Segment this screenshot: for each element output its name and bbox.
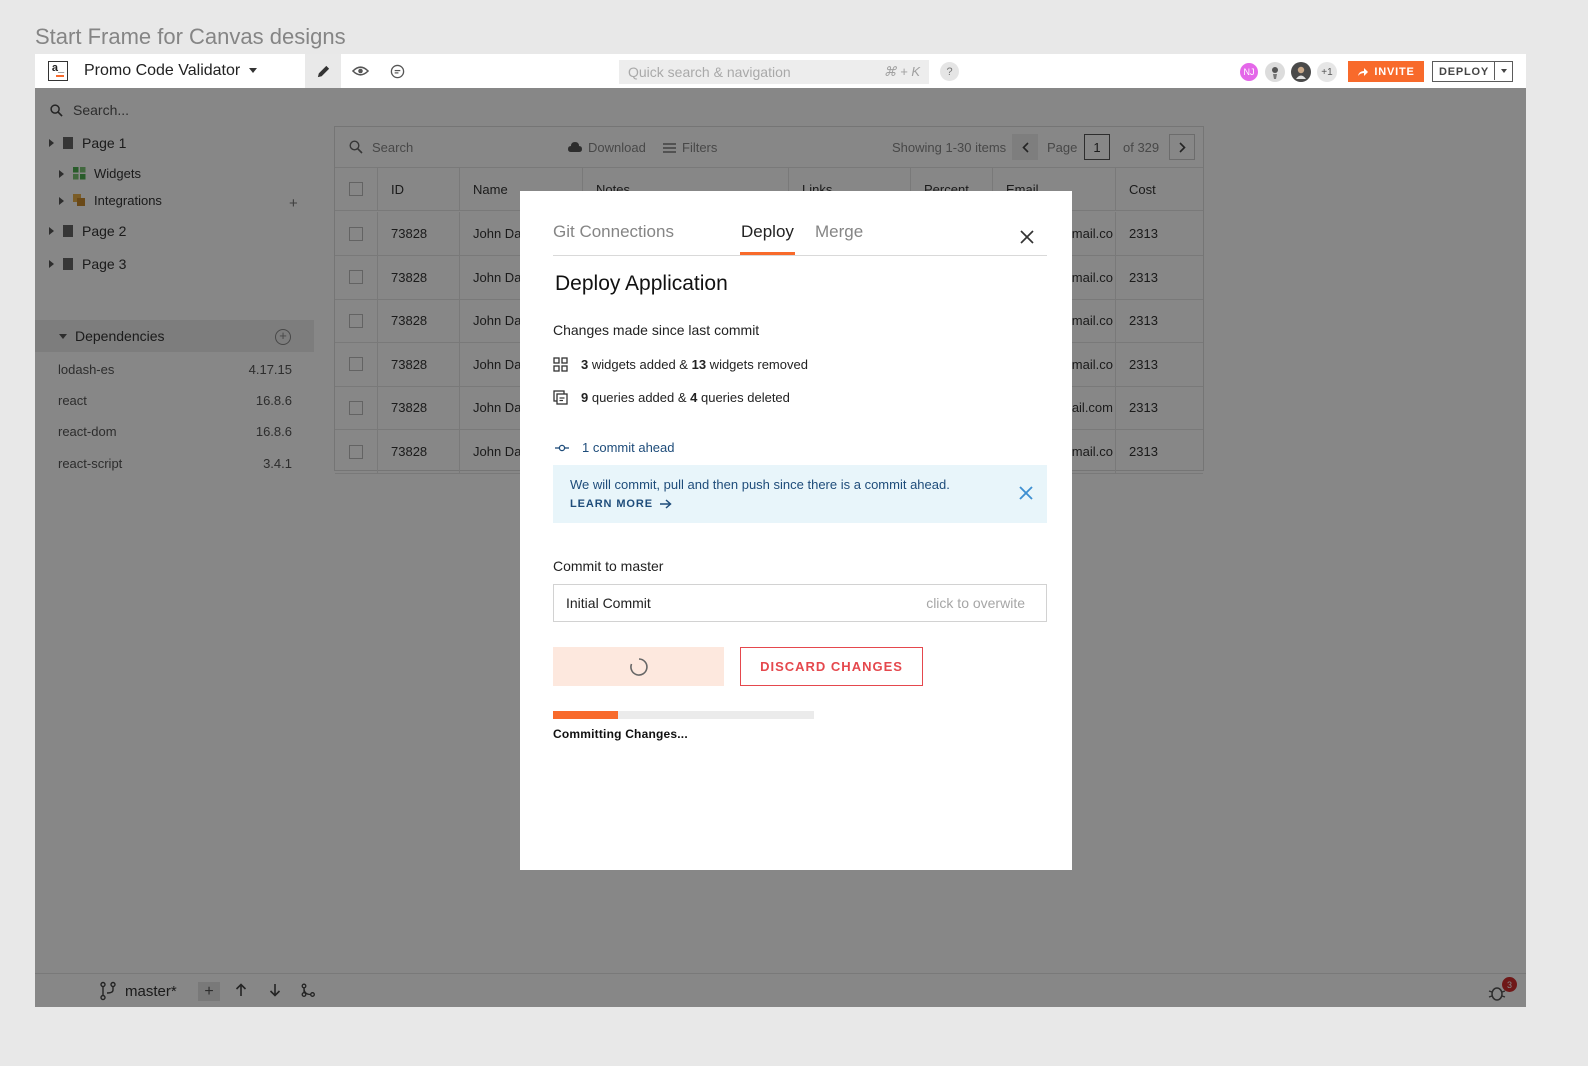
queries-deleted-text: queries deleted	[697, 390, 790, 405]
user-photo-icon	[1272, 67, 1278, 79]
avatar-nj[interactable]: NJ	[1239, 62, 1259, 82]
deploy-dropdown-button[interactable]	[1494, 62, 1512, 80]
tab-git-connections[interactable]: Git Connections	[553, 222, 674, 242]
close-icon	[1020, 230, 1034, 244]
close-icon	[1019, 486, 1033, 500]
widgets-removed-count: 13	[691, 357, 707, 372]
modal-close-button[interactable]	[1017, 227, 1037, 247]
git-sync-modal: Git Connections Deploy Merge Deploy Appl…	[520, 191, 1072, 870]
avatar-user-2[interactable]	[1265, 62, 1285, 82]
invite-button[interactable]: INVITE	[1348, 61, 1424, 82]
arrow-right-icon	[659, 499, 672, 509]
commit-message-label: Commit to master	[553, 558, 664, 574]
share-arrow-icon	[1358, 67, 1369, 76]
commit-message-value: Initial Commit	[566, 595, 651, 611]
quick-search-placeholder: Quick search & navigation	[628, 64, 791, 80]
tab-merge[interactable]: Merge	[815, 222, 863, 242]
commit-button-loading[interactable]	[553, 647, 724, 686]
queries-icon	[553, 390, 568, 405]
invite-label: INVITE	[1374, 65, 1415, 78]
tab-deploy[interactable]: Deploy	[741, 222, 794, 242]
quick-search-shortcut: ⌘ + K	[883, 64, 921, 79]
learn-more-label: LEARN MORE	[570, 498, 653, 510]
queries-change-summary: 9 queries added & 4 queries deleted	[553, 390, 790, 405]
comment-icon	[390, 64, 404, 78]
learn-more-link[interactable]: LEARN MORE	[570, 498, 672, 510]
loading-spinner-icon	[629, 657, 648, 676]
widgets-removed-text: widgets removed	[706, 357, 808, 372]
git-commit-icon	[555, 444, 569, 451]
app-name[interactable]: Promo Code Validator	[84, 62, 240, 80]
modal-tabs: Git Connections Deploy Merge	[553, 191, 1047, 256]
active-tab-indicator	[740, 252, 795, 255]
quick-search-input[interactable]: Quick search & navigation ⌘ + K	[619, 60, 929, 84]
commit-ahead-indicator: 1 commit ahead	[555, 440, 675, 455]
widgets-change-summary: 3 widgets added & 13 widgets removed	[553, 357, 808, 372]
eye-icon	[351, 66, 369, 76]
info-close-button[interactable]	[1019, 486, 1033, 500]
queries-added-text: queries added &	[588, 390, 691, 405]
top-bar: a_ Promo Code Validator Quick search & n…	[35, 54, 1526, 88]
modal-title: Deploy Application	[555, 272, 728, 295]
commit-message-input[interactable]: Initial Commit click to overwite	[553, 584, 1047, 622]
avatar-user-3[interactable]	[1291, 62, 1311, 82]
commit-progress-bar	[553, 711, 814, 719]
commit-ahead-text: 1 commit ahead	[582, 440, 675, 455]
help-button[interactable]: ?	[940, 62, 959, 81]
commit-progress-label: Committing Changes...	[553, 727, 688, 741]
widgets-grid-icon	[553, 357, 568, 372]
edit-mode-button[interactable]	[305, 54, 341, 88]
changes-heading: Changes made since last commit	[553, 322, 760, 338]
pencil-icon	[317, 65, 329, 77]
deploy-button[interactable]: DEPLOY	[1432, 61, 1513, 82]
more-users-count[interactable]: +1	[1317, 62, 1337, 82]
frame-title: Start Frame for Canvas designs	[35, 24, 346, 49]
commit-message-hint: click to overwite	[926, 595, 1025, 611]
discard-changes-button[interactable]: DISCARD CHANGES	[740, 647, 923, 686]
widgets-change-text: 3 widgets added & 13 widgets removed	[581, 357, 808, 372]
commit-progress-fill	[553, 711, 619, 719]
app-menu-caret-icon[interactable]	[249, 68, 257, 73]
comment-mode-button[interactable]	[385, 54, 409, 88]
widgets-added-text: widgets added &	[588, 357, 692, 372]
user-photo-icon	[1296, 66, 1306, 79]
info-callout: We will commit, pull and then push since…	[553, 465, 1047, 523]
deploy-label: DEPLOY	[1439, 65, 1490, 78]
chevron-down-icon	[1500, 69, 1507, 73]
app-logo-text: a_	[51, 62, 65, 74]
info-message: We will commit, pull and then push since…	[570, 477, 950, 492]
app-logo[interactable]: a_	[48, 61, 68, 81]
queries-change-text: 9 queries added & 4 queries deleted	[581, 390, 790, 405]
view-mode-button[interactable]	[348, 54, 372, 88]
